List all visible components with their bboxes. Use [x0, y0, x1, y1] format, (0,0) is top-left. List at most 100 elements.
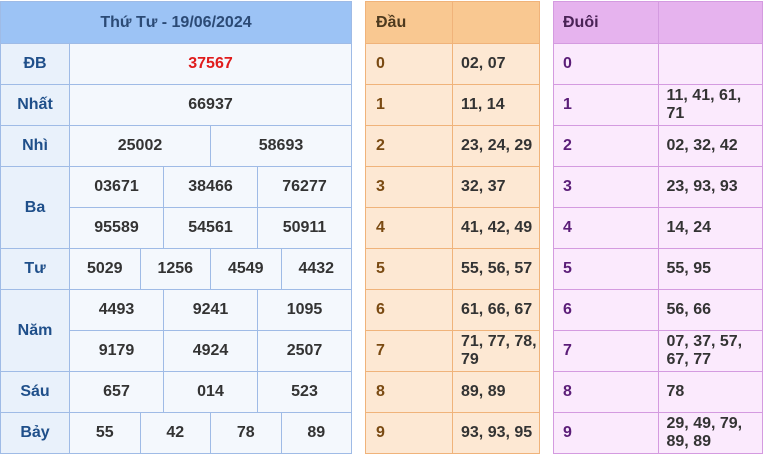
tail-column-title: Đuôi [553, 1, 659, 44]
prize-value: 4549 [210, 248, 282, 290]
tail-digit: 9 [553, 412, 659, 454]
head-row: 5 55, 56, 57 [365, 248, 540, 290]
prize-label: Nhất [0, 84, 70, 126]
head-numbers: 71, 77, 78, 79 [452, 330, 540, 372]
tail-row: 1 11, 41, 61, 71 [553, 84, 763, 126]
head-digit: 4 [365, 207, 453, 249]
head-numbers: 89, 89 [452, 371, 540, 413]
tail-digit-table: Đuôi 0 1 11, 41, 61, 71 2 02, 32, 42 3 23, 93,… [553, 1, 763, 454]
prize-value: 55 [69, 412, 141, 454]
tail-row: 9 29, 49, 79, 89, 89 [553, 412, 763, 454]
prize-value: 54561 [163, 207, 258, 249]
head-row: 8 89, 89 [365, 371, 540, 413]
tail-digit: 3 [553, 166, 659, 208]
head-row: 1 11, 14 [365, 84, 540, 126]
head-digit-table: Đầu 0 02, 07 1 11, 14 2 23, 24, 29 3 32, 37 4 41,… [365, 1, 540, 454]
tail-row: 7 07, 37, 57, 67, 77 [553, 330, 763, 372]
head-numbers: 23, 24, 29 [452, 125, 540, 167]
head-digit: 0 [365, 43, 453, 85]
prize-value: 9241 [163, 289, 258, 331]
prize-value: 1256 [139, 248, 211, 290]
prize-value: 38466 [163, 166, 258, 208]
head-numbers: 41, 42, 49 [452, 207, 540, 249]
tail-digit: 2 [553, 125, 659, 167]
head-numbers: 02, 07 [452, 43, 540, 85]
results-table: Thứ Tư - 19/06/2024 ĐB 37567 Nhất 66937 … [0, 1, 352, 454]
tail-numbers: 55, 95 [657, 248, 763, 290]
prize-value: 4924 [163, 330, 258, 372]
head-row: 0 02, 07 [365, 43, 540, 85]
tail-digit: 0 [553, 43, 659, 85]
head-column-blank [452, 1, 540, 44]
head-row: 3 32, 37 [365, 166, 540, 208]
head-row: 9 93, 93, 95 [365, 412, 540, 454]
tail-row: 2 02, 32, 42 [553, 125, 763, 167]
tail-numbers [657, 43, 763, 85]
prize-value: 89 [280, 412, 352, 454]
head-numbers: 93, 93, 95 [452, 412, 540, 454]
head-numbers: 55, 56, 57 [452, 248, 540, 290]
head-digit: 9 [365, 412, 453, 454]
prize-value: 4493 [69, 289, 164, 331]
head-row: 6 61, 66, 67 [365, 289, 540, 331]
tail-numbers: 23, 93, 93 [657, 166, 763, 208]
prize-label: Ba [0, 166, 70, 249]
prize-row-bay: Bảy 55 42 78 89 [0, 412, 352, 454]
head-digit: 7 [365, 330, 453, 372]
head-numbers: 61, 66, 67 [452, 289, 540, 331]
head-digit: 5 [365, 248, 453, 290]
tail-digit: 7 [553, 330, 659, 372]
tail-row: 6 56, 66 [553, 289, 763, 331]
prize-value: 66937 [69, 84, 352, 126]
prize-row-db: ĐB 37567 [0, 43, 352, 85]
prize-value: 42 [139, 412, 211, 454]
prize-row-tu: Tư 5029 1256 4549 4432 [0, 248, 352, 290]
tail-digit: 6 [553, 289, 659, 331]
tail-row: 4 14, 24 [553, 207, 763, 249]
prize-label: ĐB [0, 43, 70, 85]
prize-value: 78 [210, 412, 282, 454]
tail-numbers: 14, 24 [657, 207, 763, 249]
prize-label: Tư [0, 248, 70, 290]
prize-value: 9179 [69, 330, 164, 372]
tail-numbers: 07, 37, 57, 67, 77 [657, 330, 763, 372]
prize-value: 014 [163, 371, 258, 413]
prize-value: 58693 [210, 125, 352, 167]
prize-value: 4432 [280, 248, 352, 290]
head-numbers: 11, 14 [452, 84, 540, 126]
prize-value: 25002 [69, 125, 211, 167]
prize-row-nhi: Nhì 25002 58693 [0, 125, 352, 167]
tail-column-blank [657, 1, 763, 44]
results-title: Thứ Tư - 19/06/2024 [0, 1, 352, 44]
prize-value: 95589 [69, 207, 164, 249]
tail-row: 5 55, 95 [553, 248, 763, 290]
tail-digit: 8 [553, 371, 659, 413]
prize-value: 50911 [257, 207, 352, 249]
prize-row-ba: Ba 03671 38466 76277 [0, 166, 352, 249]
tail-numbers: 02, 32, 42 [657, 125, 763, 167]
head-digit: 2 [365, 125, 453, 167]
prize-row-nhat: Nhất 66937 [0, 84, 352, 126]
prize-label: Sáu [0, 371, 70, 413]
head-digit: 1 [365, 84, 453, 126]
prize-value: 523 [257, 371, 352, 413]
special-prize-value: 37567 [69, 43, 352, 85]
head-numbers: 32, 37 [452, 166, 540, 208]
prize-value: 03671 [69, 166, 164, 208]
tail-digit: 1 [553, 84, 659, 126]
head-digit: 6 [365, 289, 453, 331]
prize-value: 5029 [69, 248, 141, 290]
tail-numbers: 11, 41, 61, 71 [657, 84, 763, 126]
tail-numbers: 56, 66 [657, 289, 763, 331]
tail-row: 3 23, 93, 93 [553, 166, 763, 208]
tail-row: 0 [553, 43, 763, 85]
head-row: 7 71, 77, 78, 79 [365, 330, 540, 372]
prize-value: 657 [69, 371, 164, 413]
tail-numbers: 78 [657, 371, 763, 413]
prize-row-sau: Sáu 657 014 523 [0, 371, 352, 413]
prize-value: 76277 [257, 166, 352, 208]
head-row: 4 41, 42, 49 [365, 207, 540, 249]
tail-numbers: 29, 49, 79, 89, 89 [657, 412, 763, 454]
tail-row: 8 78 [553, 371, 763, 413]
head-digit: 3 [365, 166, 453, 208]
